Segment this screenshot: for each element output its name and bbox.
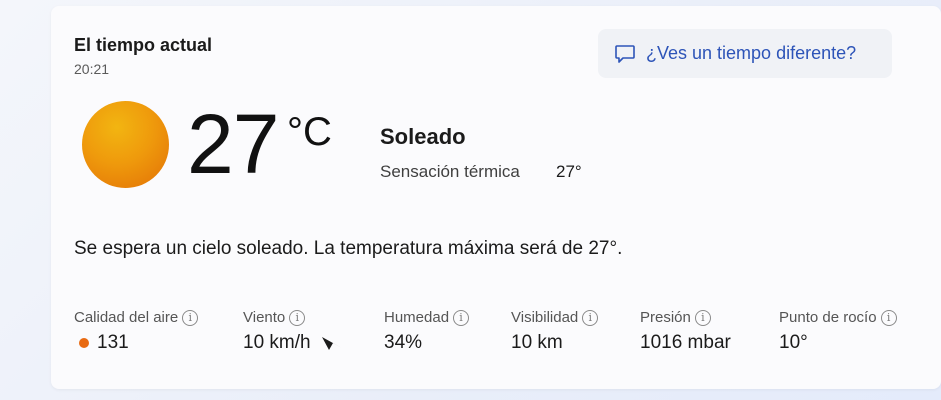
metric-value: 131 <box>97 332 129 353</box>
metric-value: 34% <box>384 332 423 353</box>
metric-wind[interactable]: Viento i 10 km/h <box>243 309 343 354</box>
weather-condition: Soleado <box>380 124 466 149</box>
different-weather-button[interactable]: ¿Ves un tiempo diferente? <box>598 29 892 78</box>
metric-air-quality[interactable]: Calidad del aire i 131 <box>74 309 199 354</box>
feels-like-value: 27° <box>556 162 582 181</box>
current-temperature: 27 <box>187 97 279 191</box>
metric-label: Visibilidad <box>511 309 579 326</box>
metric-value: 10° <box>779 332 808 353</box>
metric-value: 10 km <box>511 332 563 353</box>
info-icon[interactable]: i <box>880 309 897 326</box>
air-quality-indicator <box>79 338 89 348</box>
metric-value: 1016 mbar <box>640 332 731 353</box>
different-weather-label: ¿Ves un tiempo diferente? <box>646 43 857 63</box>
metric-label: Punto de rocío <box>779 309 877 326</box>
metric-label: Presión <box>640 309 691 326</box>
info-icon[interactable]: i <box>182 309 199 326</box>
observation-time: 20:21 <box>74 61 110 77</box>
weather-summary: Se espera un cielo soleado. La temperatu… <box>74 238 623 259</box>
temperature-unit[interactable]: °C <box>287 112 332 152</box>
feels-like-label: Sensación térmica <box>380 162 520 181</box>
chat-bubble-icon <box>615 44 635 63</box>
metric-dew-point[interactable]: Punto de rocío i 10° <box>779 309 897 354</box>
metric-label: Viento <box>243 309 286 326</box>
metric-value: 10 km/h <box>243 332 311 353</box>
weather-card: El tiempo actual 20:21 ¿Ves un tiempo di… <box>51 6 941 389</box>
metric-humidity[interactable]: Humedad i 34% <box>384 309 470 354</box>
card-title: El tiempo actual <box>74 35 213 55</box>
metric-visibility[interactable]: Visibilidad i 10 km <box>511 309 599 354</box>
sun-icon <box>82 101 169 188</box>
info-icon[interactable]: i <box>453 309 470 326</box>
info-icon[interactable]: i <box>582 309 599 326</box>
metric-label: Calidad del aire <box>74 309 179 326</box>
metric-label: Humedad <box>384 309 450 326</box>
info-icon[interactable]: i <box>694 309 711 326</box>
metric-pressure[interactable]: Presión i 1016 mbar <box>640 309 731 354</box>
info-icon[interactable]: i <box>289 309 306 326</box>
wind-direction-arrow-icon <box>321 337 342 350</box>
